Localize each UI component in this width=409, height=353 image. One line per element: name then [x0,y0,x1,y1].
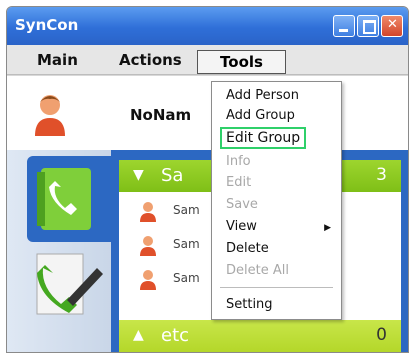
tab-phonebook[interactable] [27,156,115,242]
person-icon [140,270,156,290]
contact-name: Sam [173,237,200,251]
person-icon [140,236,156,256]
menu-item-setting[interactable]: Setting [226,297,273,312]
menu-tools[interactable]: Tools [197,50,286,74]
tab-call[interactable] [27,248,111,330]
profile-name: NoNam [130,106,192,124]
collapse-arrow-icon[interactable]: ▼ [133,167,144,183]
group-header[interactable]: ▲ etc 0 [119,320,401,352]
menu-item-delete-all: Delete All [226,263,289,278]
close-button[interactable]: ✕ [381,15,403,37]
contact-name: Sam [173,271,200,285]
submenu-arrow-icon: ▶ [324,223,331,233]
maximize-button[interactable] [357,15,379,37]
menu-item-add-person[interactable]: Add Person [226,88,299,103]
group-count: 3 [376,165,387,185]
menu-bar: Main Actions Tools [7,45,408,75]
menu-actions[interactable]: Actions [119,51,182,69]
menu-main[interactable]: Main [37,51,78,69]
menu-item-info: Info [226,154,251,169]
title-bar[interactable]: SynCon ✕ [7,7,408,45]
profile-row: NoNam [7,76,408,150]
menu-item-save: Save [226,197,258,212]
menu-item-add-group[interactable]: Add Group [226,108,295,123]
contact-name: Sam [173,203,200,217]
group-name: etc [161,325,190,346]
menu-item-delete[interactable]: Delete [226,241,269,256]
expand-arrow-icon[interactable]: ▲ [133,327,144,343]
person-icon [35,95,65,136]
group-name: Sa [161,165,184,186]
person-icon [140,202,156,222]
app-window: SynCon ✕ Main Actions Tools NoNam ▼ Sa 3… [6,6,409,353]
menu-item-view[interactable]: View [226,219,257,234]
phone-call-icon [36,253,103,315]
window-title: SynCon [15,16,79,34]
menu-item-edit-group[interactable]: Edit Group [220,127,307,149]
menu-separator [220,287,333,288]
phonebook-icon [37,168,91,230]
tools-dropdown-menu: Add Person Add Group Edit Group Info Edi… [211,81,342,320]
menu-item-edit: Edit [226,175,252,190]
minimize-button[interactable] [333,15,355,37]
close-icon: ✕ [387,17,398,32]
left-rail [7,150,115,352]
group-count: 0 [376,325,387,345]
